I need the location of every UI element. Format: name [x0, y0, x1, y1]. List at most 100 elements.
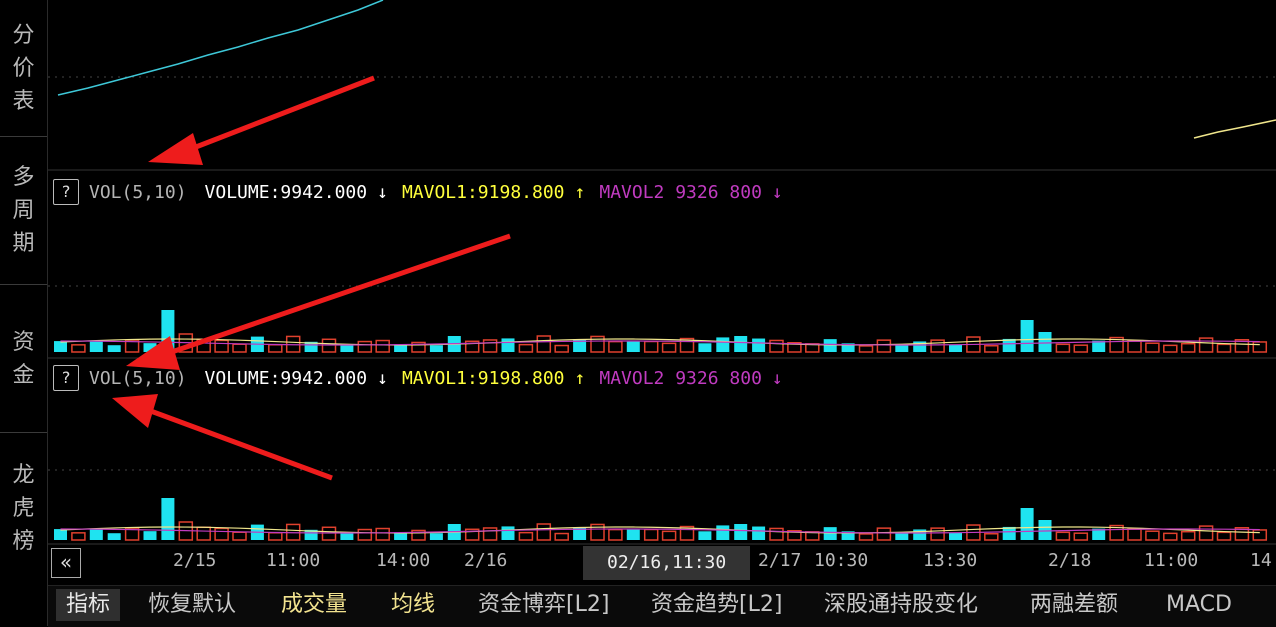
volume-bar [643, 340, 659, 353]
volume-bar [1002, 338, 1016, 352]
tab-margin-balance[interactable]: 两融差额 [1030, 586, 1118, 624]
volume-bar [1002, 526, 1016, 540]
tab-volume[interactable]: 成交量 [281, 586, 347, 624]
volume-bar [232, 343, 247, 353]
time-label: 10:30 [814, 550, 869, 571]
volume-bar [823, 527, 837, 540]
indicator-name[interactable]: VOL(5,10) [89, 182, 187, 203]
volume-value: VOLUME:9942.000 [204, 367, 368, 389]
volume-bar [895, 345, 909, 352]
volume-bar [554, 532, 569, 541]
volume-bar [858, 345, 874, 353]
volume-bar [752, 338, 766, 352]
volume-bar [734, 524, 748, 540]
volume-bar [769, 339, 784, 353]
left-sidebar: 分 价 表 多 周 期 资 金 龙 虎 榜 [0, 0, 48, 626]
sidebar-tab-char: 价 [12, 55, 35, 81]
down-arrow-icon: ↓ [377, 181, 388, 203]
volume-bar [71, 344, 86, 353]
tab-fund-trend[interactable]: 资金趋势[L2] [651, 586, 782, 624]
sidebar-tab-char: 金 [12, 362, 35, 388]
stock-chart[interactable] [48, 0, 1276, 578]
volume-bar [1020, 508, 1034, 540]
volume-bar [1163, 344, 1178, 353]
volume-bar [1055, 531, 1071, 541]
volume-bar [608, 528, 623, 541]
volume-bar [895, 533, 909, 540]
volume-bar [1055, 343, 1071, 353]
volume-bar [661, 342, 677, 353]
mavol1-value: MAVOL1:9198.800 [401, 181, 565, 203]
scroll-left-button[interactable]: « [51, 548, 81, 578]
volume-bar [769, 527, 784, 541]
sidebar-tab-longhubang[interactable]: 龙 虎 榜 [0, 433, 47, 583]
indicator-name[interactable]: VOL(5,10) [89, 368, 187, 389]
volume-bar [876, 527, 892, 541]
help-button[interactable]: ? [53, 179, 79, 205]
volume-bar [661, 530, 677, 541]
help-button[interactable]: ? [53, 365, 79, 391]
volume-bar [949, 344, 962, 352]
sidebar-tab-char: 期 [12, 231, 35, 256]
sidebar-tab-char: 表 [12, 88, 35, 114]
grid-lines [48, 76, 1276, 471]
volume-bar [734, 336, 748, 352]
volume-bar [357, 340, 373, 353]
red-arrow-3 [112, 394, 333, 481]
volume-bar [949, 532, 962, 540]
volume-bar [1216, 343, 1232, 353]
mavol2-line [60, 528, 1260, 534]
time-label: 2/17 [758, 550, 802, 571]
indicator-tab-bar: 指标 恢复默认 成交量 均线 资金博弈[L2] 资金趋势[L2] 深股通持股变化… [48, 585, 1276, 627]
time-label: 13:30 [923, 550, 978, 571]
volume-bar [357, 528, 373, 541]
time-label: 11:00 [1144, 550, 1199, 571]
volume-bar [1180, 530, 1196, 541]
volume-bar [54, 341, 67, 352]
volume-bar [107, 533, 121, 540]
red-arrow-1 [148, 75, 375, 165]
volume-bar [89, 341, 103, 352]
sidebar-tab-fenjiabiao[interactable]: 分 价 表 [0, 0, 47, 137]
volume-bar [482, 339, 498, 353]
volume-bar [1252, 341, 1268, 353]
volume-bar [1145, 530, 1160, 541]
volume-bar [858, 533, 874, 541]
time-label: 2/18 [1048, 550, 1092, 571]
tab-restore-default[interactable]: 恢复默认 [148, 586, 236, 624]
volume-bar [482, 527, 498, 541]
volume-bar [429, 345, 443, 352]
volume-bar [1038, 332, 1052, 352]
volume-bar [716, 525, 730, 540]
sidebar-tab-char: 榜 [12, 528, 35, 554]
volume-bar [1198, 525, 1214, 541]
volume-bar [1127, 340, 1142, 353]
mavol2-line [60, 340, 1260, 346]
sidebar-tab-zijin[interactable]: 资 金 [0, 285, 47, 433]
mavol2-value: MAVOL2 9326 800 [599, 367, 762, 389]
volume-bar [429, 533, 443, 540]
tab-shenzhen-connect[interactable]: 深股通持股变化 [824, 586, 978, 624]
volume-bar [1252, 529, 1268, 541]
tab-fund-game[interactable]: 资金博弈[L2] [478, 586, 609, 624]
tab-indicator[interactable]: 指标 [56, 589, 121, 621]
volume-bar [1020, 320, 1034, 352]
volume-bar [1180, 342, 1196, 353]
volume-bar [107, 345, 121, 352]
volume-bar [89, 529, 103, 540]
volume-bar [161, 498, 175, 540]
sidebar-tab-duozhouqi[interactable]: 多 周 期 [0, 137, 47, 285]
time-label: 2/16 [464, 550, 508, 571]
volume-bar [608, 340, 623, 353]
down-arrow-icon: ↓ [771, 367, 783, 389]
volume-bar [518, 343, 534, 353]
volume-bar [643, 528, 659, 541]
volume-bar [554, 344, 569, 353]
volume-bar [501, 338, 515, 352]
tab-macd[interactable]: MACD [1166, 586, 1232, 624]
tab-moving-average[interactable]: 均线 [391, 586, 435, 624]
down-arrow-icon: ↓ [771, 181, 783, 203]
sidebar-tab-char: 周 [12, 198, 35, 223]
volume-bar [1216, 531, 1232, 541]
volume-bar [626, 529, 640, 540]
